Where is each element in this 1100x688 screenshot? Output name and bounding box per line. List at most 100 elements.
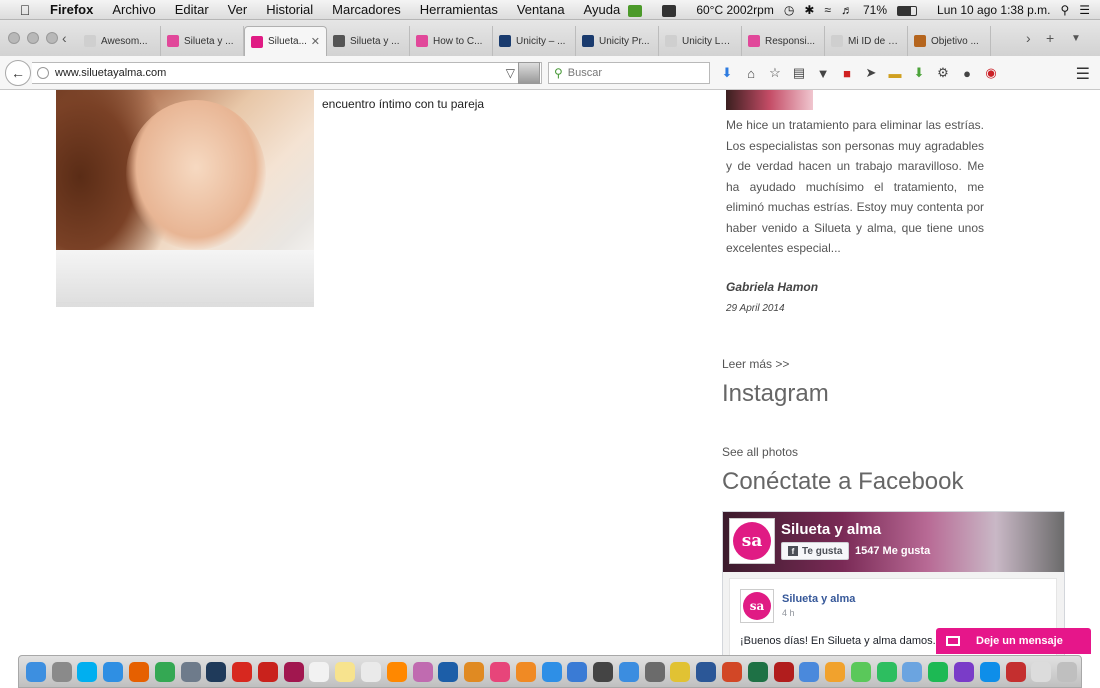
bookmark-star-icon[interactable]: ☆ xyxy=(766,64,784,82)
dock-calendar-icon[interactable] xyxy=(309,661,330,682)
dock-ibooks-icon[interactable] xyxy=(515,661,536,682)
dock-documents-icon[interactable] xyxy=(1031,661,1052,682)
dock-pdf-tool-icon[interactable] xyxy=(1005,661,1026,682)
url-bar[interactable]: www.siluetayalma.com ▽ ↻ xyxy=(32,62,542,84)
facebook-page-name[interactable]: Silueta y alma xyxy=(781,521,881,538)
facebook-page-logo[interactable]: sa xyxy=(729,518,775,564)
send-icon[interactable]: ➤ xyxy=(862,64,880,82)
menu-ventana[interactable]: Ventana xyxy=(517,2,565,17)
dock-filezilla-icon[interactable] xyxy=(773,661,794,682)
close-window-button[interactable] xyxy=(8,32,20,44)
dock-globe-icon[interactable] xyxy=(902,661,923,682)
tab-item[interactable]: Silueta y ... xyxy=(161,26,244,56)
bluetooth-icon[interactable]: ✱ xyxy=(804,3,814,17)
volume-icon[interactable]: ♬ xyxy=(841,3,853,17)
dock-spotify-icon[interactable] xyxy=(928,661,949,682)
facebook-post-time[interactable]: 4 h xyxy=(782,608,795,618)
dock-itunes-icon[interactable] xyxy=(489,661,510,682)
dock-quicktime-icon[interactable] xyxy=(438,661,459,682)
dock-sync-icon[interactable] xyxy=(567,661,588,682)
dock-acrobat-icon[interactable] xyxy=(232,661,253,682)
back-button[interactable]: ← xyxy=(5,60,31,86)
dock-disk-utility-icon[interactable] xyxy=(644,661,665,682)
dock-vlc-icon[interactable] xyxy=(386,661,407,682)
temperature-status[interactable]: 60°C 2002rpm xyxy=(696,3,774,17)
dock-word-icon[interactable] xyxy=(696,661,717,682)
flag-icon[interactable] xyxy=(628,3,652,17)
dock-final-cut-icon[interactable] xyxy=(593,661,614,682)
battery-percent[interactable]: 71% xyxy=(863,3,887,17)
see-all-photos-link[interactable]: See all photos xyxy=(722,445,798,459)
leave-message-button[interactable]: Deje un mensaje xyxy=(936,628,1091,654)
dock-safari-icon[interactable] xyxy=(103,661,124,682)
tab-item[interactable]: Mi ID de usua... xyxy=(825,26,908,56)
dock-teamviewer-icon[interactable] xyxy=(979,661,1000,682)
tab-item[interactable]: Unicity Pr... xyxy=(576,26,659,56)
intro-text[interactable]: encuentro íntimo con tu pareja xyxy=(322,97,484,111)
tab-item[interactable]: Unicity Latino... xyxy=(659,26,742,56)
dock-acrobat-reader-icon[interactable] xyxy=(257,661,278,682)
menu-marcadores[interactable]: Marcadores xyxy=(332,2,401,17)
tab-item[interactable]: Silueta y ... xyxy=(327,26,410,56)
evernote-icon[interactable] xyxy=(662,3,686,17)
tab-item[interactable]: Unicity – ... xyxy=(493,26,576,56)
extension-icon[interactable]: ⚙ xyxy=(934,64,952,82)
facebook-like-button[interactable]: f Te gusta xyxy=(781,542,850,560)
read-more-link[interactable]: Leer más >> xyxy=(722,357,789,371)
tab-item[interactable]: Awesom... xyxy=(78,26,161,56)
dock-photo-app-icon[interactable] xyxy=(412,661,433,682)
close-tab-icon[interactable]: ✕ xyxy=(311,35,320,48)
clock[interactable]: Lun 10 ago 1:38 p.m. xyxy=(937,3,1050,17)
ruler-icon[interactable]: ▬ xyxy=(886,64,904,82)
download-green-icon[interactable]: ⬇ xyxy=(910,64,928,82)
dock-evernote-icon[interactable] xyxy=(876,661,897,682)
dock-preview-icon[interactable] xyxy=(799,661,820,682)
zoom-window-button[interactable] xyxy=(46,32,58,44)
clipboard-icon[interactable]: ▤ xyxy=(790,64,808,82)
dock-photoshop-icon[interactable] xyxy=(206,661,227,682)
dock-notes-icon[interactable] xyxy=(335,661,356,682)
dock-vuze-icon[interactable] xyxy=(464,661,485,682)
spotlight-icon[interactable]: ⚲ xyxy=(1060,3,1069,17)
dock-excel-icon[interactable] xyxy=(747,661,768,682)
tab-scroll-right-icon[interactable]: › xyxy=(1026,30,1031,46)
dock-indesign-icon[interactable] xyxy=(283,661,304,682)
tab-item-active[interactable]: Silueta... ✕ xyxy=(244,26,327,56)
dock-messages-icon[interactable] xyxy=(850,661,871,682)
battery-icon[interactable] xyxy=(897,3,927,17)
pocket-icon[interactable]: ▼ xyxy=(814,64,832,82)
menu-app-name[interactable]: Firefox xyxy=(50,2,93,17)
download-icon[interactable]: ⬇ xyxy=(718,64,736,82)
dock-radiation-icon[interactable] xyxy=(670,661,691,682)
url-dropdown-icon[interactable]: ▽ xyxy=(506,66,515,80)
menu-ayuda[interactable]: Ayuda xyxy=(584,2,621,17)
dock-trash-icon[interactable] xyxy=(1057,661,1078,682)
search-bar[interactable]: ⚲ Buscar xyxy=(548,62,710,84)
menu-historial[interactable]: Historial xyxy=(266,2,313,17)
tab-list-icon[interactable]: ▼ xyxy=(1071,33,1081,44)
dock-firefox-icon[interactable] xyxy=(129,661,150,682)
home-icon[interactable]: ⌂ xyxy=(742,64,760,82)
wifi-icon[interactable]: ≈ xyxy=(824,3,831,17)
url-text[interactable]: www.siluetayalma.com xyxy=(55,67,506,79)
menu-hamburger-icon[interactable]: ☰ xyxy=(1076,64,1090,84)
new-tab-icon[interactable]: + xyxy=(1046,30,1054,46)
dock-skype-icon[interactable] xyxy=(77,661,98,682)
dock-textedit-icon[interactable] xyxy=(361,661,382,682)
dock-screen-share-icon[interactable] xyxy=(954,661,975,682)
notification-center-icon[interactable]: ☰ xyxy=(1079,3,1090,17)
screenshot-icon[interactable] xyxy=(518,62,540,84)
dock-finder-icon[interactable] xyxy=(25,661,46,682)
facebook-post-avatar[interactable]: sa xyxy=(740,589,774,623)
menu-ver[interactable]: Ver xyxy=(228,2,248,17)
dock-image-capture-icon[interactable] xyxy=(180,661,201,682)
adblock-icon[interactable]: ■ xyxy=(838,64,856,82)
apple-menu-icon[interactable]:  xyxy=(16,2,34,18)
minimize-window-button[interactable] xyxy=(27,32,39,44)
tab-item[interactable]: Objetivo ... xyxy=(908,26,991,56)
dock-powerpoint-icon[interactable] xyxy=(721,661,742,682)
dock-appstore-icon[interactable] xyxy=(541,661,562,682)
menu-editar[interactable]: Editar xyxy=(175,2,209,17)
dock-downloads-icon[interactable] xyxy=(618,661,639,682)
facebook-post-author[interactable]: Silueta y alma xyxy=(782,593,855,605)
